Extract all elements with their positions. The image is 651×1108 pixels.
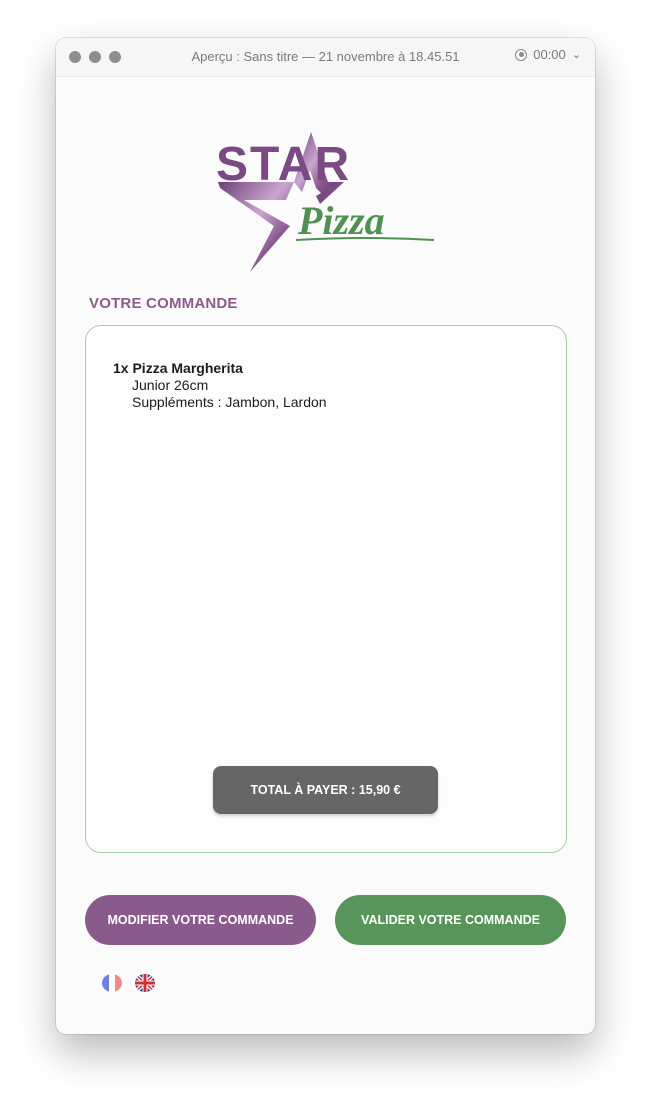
order-item-size: Junior 26cm	[132, 377, 209, 393]
app-window: Aperçu : Sans titre — 21 novembre à 18.4…	[56, 38, 595, 1034]
flag-fr-icon[interactable]	[102, 974, 122, 992]
total-to-pay-button[interactable]: TOTAL À PAYER : 15,90 €	[213, 766, 438, 814]
logo-star-text: STAR	[216, 138, 351, 191]
validate-order-button[interactable]: VALIDER VOTRE COMMANDE	[335, 895, 566, 945]
modify-order-button[interactable]: MODIFIER VOTRE COMMANDE	[85, 895, 316, 945]
window-title: Aperçu : Sans titre — 21 novembre à 18.4…	[191, 49, 460, 64]
order-summary-box: 1x Pizza Margherita Junior 26cm Suppléme…	[85, 325, 567, 853]
order-item: 1x Pizza Margherita Junior 26cm Suppléme…	[113, 360, 327, 411]
recording-indicator[interactable]: 00:00 ⌄	[515, 47, 581, 62]
order-section-title: VOTRE COMMANDE	[89, 295, 238, 312]
flag-uk-icon[interactable]	[135, 974, 155, 992]
star-pizza-logo: STAR Pizza	[216, 132, 435, 272]
logo-pizza-text: Pizza	[297, 198, 385, 243]
recording-time: 00:00	[533, 47, 566, 62]
record-icon	[515, 48, 528, 61]
order-item-title: 1x Pizza Margherita	[113, 360, 243, 376]
order-item-extras: Suppléments : Jambon, Lardon	[132, 394, 327, 410]
chevron-down-icon: ⌄	[571, 49, 581, 61]
title-bar: Aperçu : Sans titre — 21 novembre à 18.4…	[56, 38, 595, 77]
